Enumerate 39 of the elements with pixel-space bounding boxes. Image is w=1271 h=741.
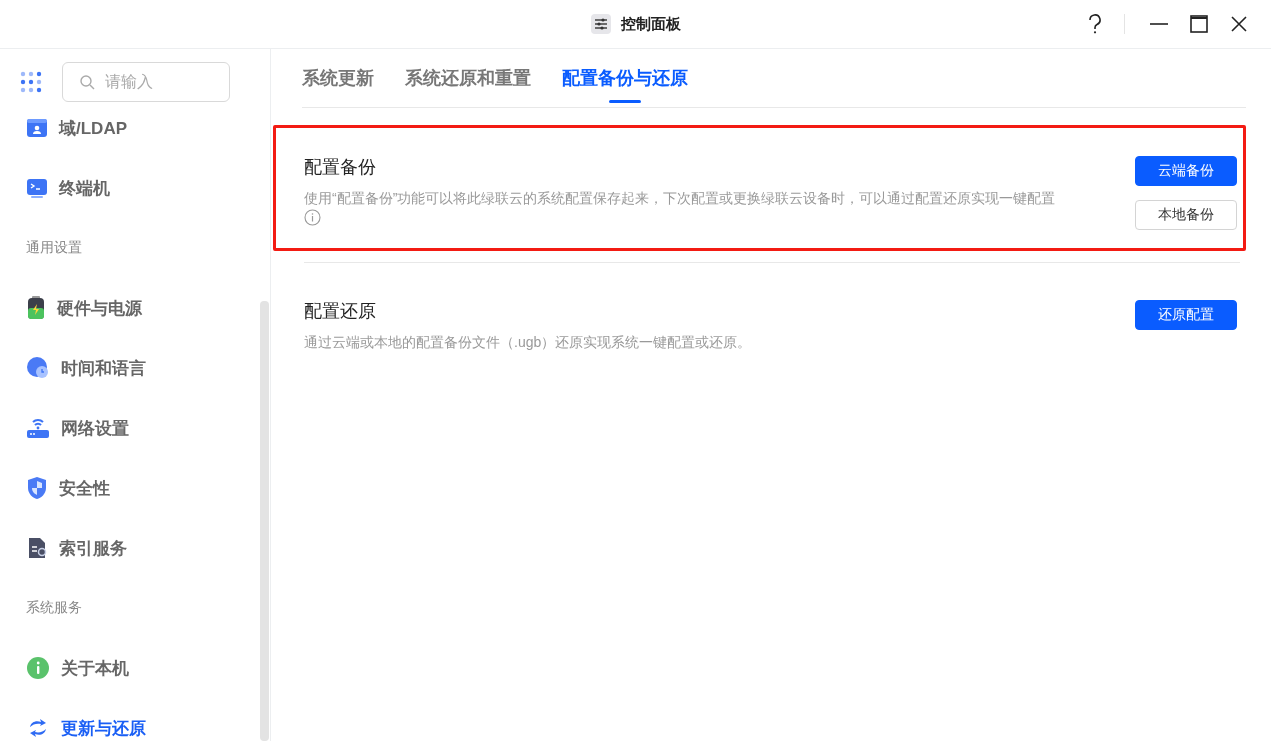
- section-title: 配置备份: [304, 156, 377, 179]
- search-field[interactable]: 请输入: [62, 62, 230, 102]
- document-search-icon: [26, 537, 48, 559]
- maximize-icon[interactable]: [1190, 15, 1208, 33]
- tab[interactable]: 配置备份与还原: [562, 49, 688, 107]
- sidebar-item[interactable]: 关于本机: [0, 638, 129, 698]
- tab[interactable]: 系统更新: [302, 49, 374, 107]
- section-description: 通过云端或本地的配置备份文件（.ugb）还原实现系统一键配置或还原。: [304, 333, 753, 352]
- help-button[interactable]: [1088, 14, 1102, 34]
- info-icon: [26, 656, 50, 680]
- sidebar-item[interactable]: 网络设置: [0, 398, 129, 458]
- sidebar-item[interactable]: 硬件与电源: [0, 278, 142, 338]
- section-description: 使用“配置备份”功能可以将此绿联云的系统配置保存起来，下次配置或更换绿联云设备时，可以通过配置还原实现一键配置: [304, 189, 1057, 208]
- close-icon[interactable]: [1231, 16, 1247, 32]
- clock-globe-icon: [26, 356, 50, 380]
- section-title: 配置还原: [304, 300, 377, 323]
- router-icon: [26, 416, 50, 440]
- section-header: 通用设置: [25, 239, 82, 257]
- battery-icon: [26, 296, 46, 320]
- shield-icon: [26, 476, 48, 500]
- sidebar-item[interactable]: 终端机: [0, 158, 110, 218]
- sliders-icon: [590, 14, 611, 34]
- info-icon[interactable]: [304, 209, 321, 226]
- primary-button[interactable]: 云端备份: [1135, 156, 1237, 186]
- secondary-button[interactable]: 本地备份: [1135, 200, 1237, 230]
- sidebar-item[interactable]: 索引服务: [0, 518, 127, 578]
- scrollbar[interactable]: [260, 301, 269, 741]
- tab[interactable]: 系统还原和重置: [405, 49, 531, 107]
- search-input[interactable]: 请输入: [105, 73, 215, 91]
- search-icon: [80, 74, 95, 90]
- primary-button[interactable]: 还原配置: [1135, 300, 1237, 330]
- sidebar-item[interactable]: 时间和语言: [0, 338, 146, 398]
- app-grid-icon[interactable]: [20, 71, 42, 93]
- section-header: 系统服务: [25, 599, 82, 617]
- window-title: 控制面板: [620, 14, 681, 34]
- terminal-icon: [26, 177, 48, 199]
- user-card-icon: [26, 117, 48, 139]
- sidebar-item[interactable]: 更新与还原: [0, 698, 146, 741]
- sidebar-item[interactable]: 安全性: [0, 458, 110, 518]
